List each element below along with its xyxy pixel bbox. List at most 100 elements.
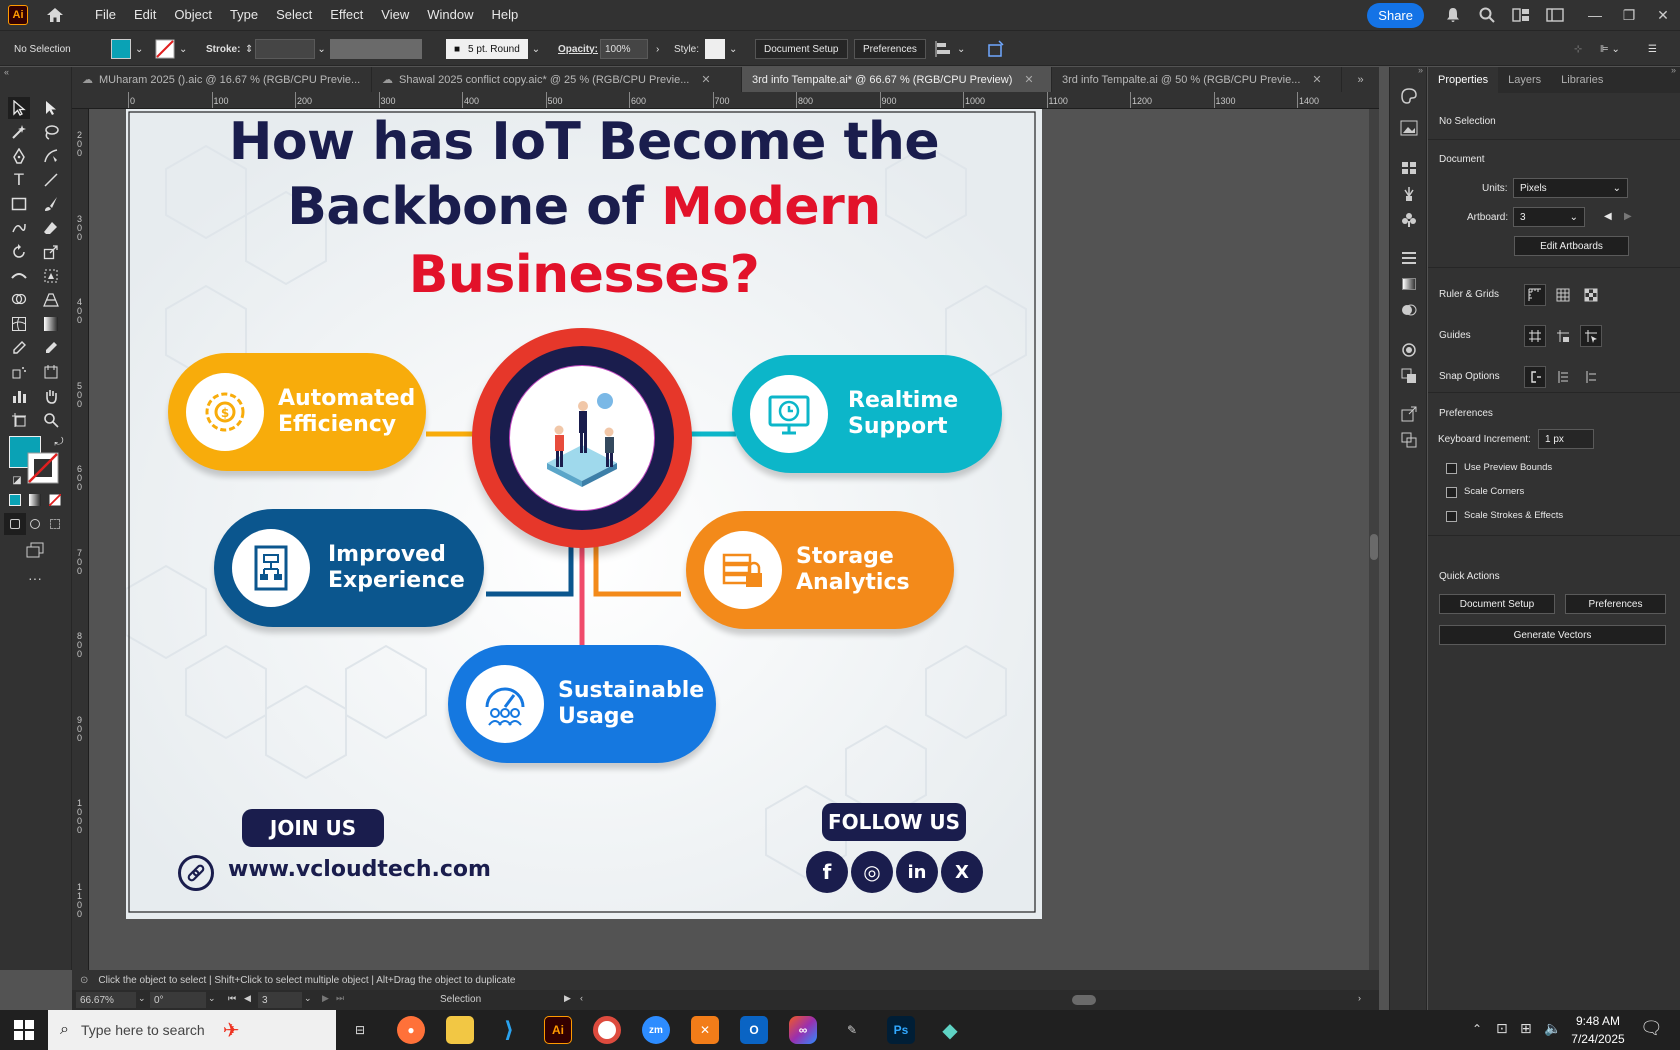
artboard[interactable]: How has IoT Become the Backbone of Moder… bbox=[126, 109, 1042, 919]
brush-definition[interactable]: ■ 5 pt. Round ⌄ bbox=[446, 39, 540, 59]
magic-wand-tool-icon[interactable] bbox=[8, 121, 30, 143]
close-icon[interactable]: ✕ bbox=[1646, 7, 1680, 24]
artboard-number-field[interactable]: 3 bbox=[258, 992, 302, 1008]
next-artboard-icon[interactable]: ▶ bbox=[322, 993, 329, 1004]
show-guides-icon[interactable] bbox=[1524, 325, 1546, 347]
symbols-icon[interactable] bbox=[1398, 209, 1420, 231]
previous-artboard-icon[interactable]: ◀ bbox=[1604, 211, 1612, 222]
task-view-icon[interactable]: ⊟ bbox=[346, 1016, 374, 1044]
distribute-icon[interactable]: ⊫ ⌄ bbox=[1600, 39, 1620, 59]
tray-monitor-icon[interactable]: ⊞ bbox=[1520, 1020, 1532, 1037]
screen-mode-icon[interactable] bbox=[24, 539, 46, 561]
tab-muharam[interactable]: ☁ MUharam 2025 ().aic @ 16.67 % (RGB/CPU… bbox=[72, 67, 372, 92]
scroll-left-icon[interactable]: ‹ bbox=[580, 993, 583, 1003]
firefox-icon[interactable]: ● bbox=[397, 1016, 425, 1044]
default-colors-icon[interactable]: ◪ bbox=[6, 469, 28, 491]
color-mode-icon[interactable] bbox=[4, 489, 26, 511]
stroke-weight-input[interactable]: ⇕ ⌄ bbox=[245, 39, 326, 59]
transform-icon[interactable]: ⊹ bbox=[1574, 39, 1582, 59]
width-tool-icon[interactable] bbox=[8, 265, 30, 287]
tab-shawal[interactable]: ☁ Shawal 2025 conflict copy.aic* @ 25 % … bbox=[372, 67, 742, 92]
collapse-icon[interactable]: « bbox=[4, 67, 9, 77]
perspective-grid-tool-icon[interactable] bbox=[40, 289, 62, 311]
draw-behind-icon[interactable] bbox=[24, 513, 46, 535]
tab-libraries[interactable]: Libraries bbox=[1551, 67, 1613, 93]
draw-normal-icon[interactable] bbox=[4, 513, 26, 535]
chevron-down-icon[interactable]: ⌄ bbox=[138, 993, 146, 1004]
file-explorer-icon[interactable] bbox=[446, 1016, 474, 1044]
home-icon[interactable] bbox=[44, 4, 66, 26]
appearance-icon[interactable] bbox=[1398, 339, 1420, 361]
blend-tool-icon[interactable] bbox=[40, 337, 62, 359]
fill-swatch[interactable]: ⌄ bbox=[111, 39, 143, 59]
free-transform-tool-icon[interactable] bbox=[40, 265, 62, 287]
scale-tool-icon[interactable] bbox=[40, 241, 62, 263]
chevron-down-icon[interactable]: ⌄ bbox=[304, 993, 312, 1004]
menu-view[interactable]: View bbox=[372, 0, 418, 30]
zoom-field[interactable]: 66.67% bbox=[76, 992, 136, 1008]
zoom-tool-icon[interactable] bbox=[40, 409, 62, 431]
search-icon[interactable] bbox=[1476, 4, 1498, 26]
outlook-icon[interactable]: O bbox=[740, 1016, 768, 1044]
document-setup-button[interactable]: Document Setup bbox=[1439, 594, 1555, 614]
illustrator-icon[interactable]: Ai bbox=[544, 1016, 572, 1044]
rectangle-tool-icon[interactable] bbox=[8, 193, 30, 215]
variable-width-profile[interactable] bbox=[330, 39, 422, 59]
type-tool-icon[interactable]: T bbox=[8, 169, 30, 191]
next-artboard-icon[interactable]: ▶ bbox=[1624, 211, 1632, 222]
gradient-panel-icon[interactable] bbox=[1398, 273, 1420, 295]
opacity-label[interactable]: Opacity: bbox=[558, 39, 598, 59]
transparency-grid-icon[interactable] bbox=[1580, 284, 1602, 306]
collapse-icon[interactable]: » bbox=[1418, 65, 1423, 75]
menu-type[interactable]: Type bbox=[221, 0, 267, 30]
keyboard-increment-input[interactable]: 1 px bbox=[1538, 429, 1594, 449]
pen-tool-icon[interactable] bbox=[8, 145, 30, 167]
last-artboard-icon[interactable]: ⏭ bbox=[336, 993, 344, 1004]
brushes-icon[interactable] bbox=[1398, 183, 1420, 205]
minimize-icon[interactable]: — bbox=[1578, 7, 1612, 23]
tray-chevron-icon[interactable]: ⌃ bbox=[1472, 1022, 1482, 1036]
tab-3rd-info-active[interactable]: 3rd info Tempalte.ai* @ 66.67 % (RGB/CPU… bbox=[742, 67, 1052, 92]
symbol-sprayer-tool-icon[interactable] bbox=[8, 361, 30, 383]
pen-app-icon[interactable]: ✎ bbox=[838, 1016, 866, 1044]
workspace-icon[interactable] bbox=[1544, 4, 1566, 26]
preferences-button[interactable]: Preferences bbox=[854, 39, 926, 59]
graphic-styles-icon[interactable] bbox=[1398, 365, 1420, 387]
snap-point-icon[interactable] bbox=[1524, 366, 1546, 388]
align-icon[interactable]: ⌄ bbox=[935, 39, 965, 59]
selection-tool-icon[interactable] bbox=[8, 97, 30, 119]
generate-vectors-button[interactable]: Generate Vectors bbox=[1439, 625, 1666, 645]
line-tool-icon[interactable] bbox=[40, 169, 62, 191]
color-guide-icon[interactable] bbox=[1398, 85, 1420, 107]
stroke-panel-icon[interactable] bbox=[1398, 247, 1420, 269]
swap-fill-stroke-icon[interactable]: ⤾ bbox=[48, 431, 70, 453]
mesh-tool-icon[interactable] bbox=[8, 313, 30, 335]
menu-file[interactable]: File bbox=[86, 0, 125, 30]
scale-corners-checkbox[interactable] bbox=[1446, 487, 1457, 498]
windows-start-icon[interactable] bbox=[14, 1020, 34, 1043]
snap-pixel-icon[interactable] bbox=[1552, 366, 1574, 388]
shape-builder-tool-icon[interactable] bbox=[8, 289, 30, 311]
artboard-tool-icon[interactable] bbox=[8, 409, 30, 431]
slice-tool-icon[interactable] bbox=[40, 361, 62, 383]
draw-inside-icon[interactable] bbox=[44, 513, 66, 535]
status-menu-icon[interactable]: ▶ bbox=[564, 993, 571, 1004]
tabs-overflow-icon[interactable]: » bbox=[1342, 67, 1379, 92]
gradient-mode-icon[interactable] bbox=[24, 489, 46, 511]
menu-select[interactable]: Select bbox=[267, 0, 321, 30]
more-tools-icon[interactable]: ··· bbox=[24, 567, 46, 589]
close-icon[interactable]: ✕ bbox=[701, 73, 710, 86]
style-swatch[interactable]: ⌄ bbox=[705, 39, 737, 59]
panel-menu-icon[interactable]: ☰ bbox=[1648, 39, 1657, 59]
rotation-field[interactable]: 0° bbox=[150, 992, 206, 1008]
artboards-panel-icon[interactable] bbox=[1398, 429, 1420, 451]
taskbar-search[interactable]: ⌕ Type here to search ✈ bbox=[48, 1010, 336, 1050]
vscode-icon[interactable]: ⟩ bbox=[495, 1016, 523, 1044]
eraser-tool-icon[interactable] bbox=[40, 217, 62, 239]
first-artboard-icon[interactable]: ⏮ bbox=[228, 993, 236, 1004]
smart-guides-icon[interactable] bbox=[1580, 325, 1602, 347]
scroll-right-icon[interactable]: › bbox=[1358, 993, 1361, 1003]
export-icon[interactable] bbox=[1398, 403, 1420, 425]
chevron-down-icon[interactable]: ⌄ bbox=[208, 993, 216, 1004]
previous-artboard-icon[interactable]: ◀ bbox=[244, 993, 251, 1004]
